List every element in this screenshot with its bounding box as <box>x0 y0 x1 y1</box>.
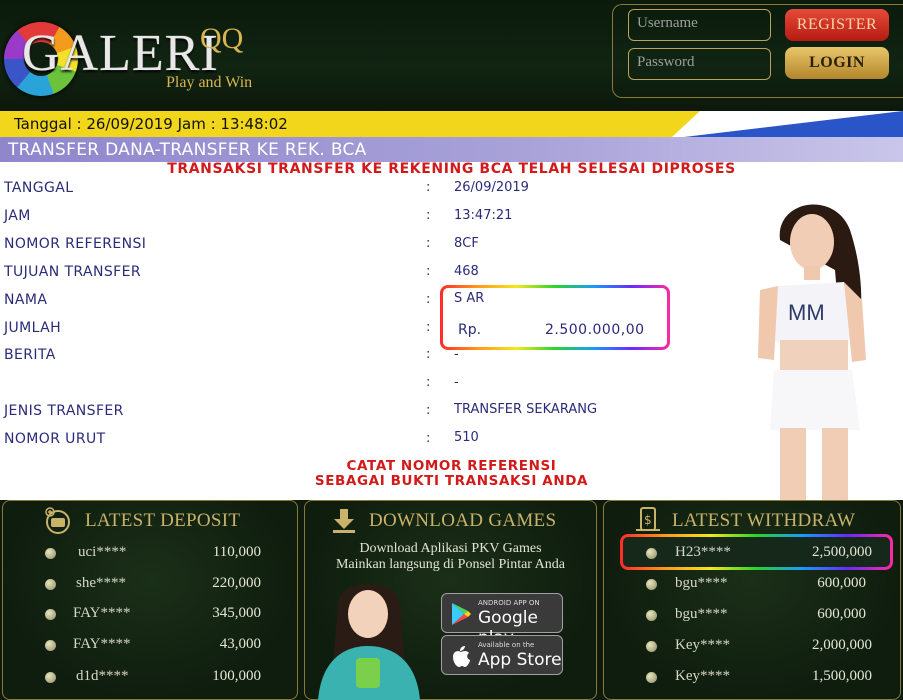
deposit-user: FAY**** <box>73 605 131 621</box>
app-store-button[interactable]: Available on the App Store <box>441 635 563 675</box>
row-value-nama: S AR <box>454 291 485 306</box>
row-value-tujuan-transfer: 468 <box>454 264 479 279</box>
bullet-dot <box>45 609 56 620</box>
deposit-user: she**** <box>76 575 126 591</box>
row-value-tanggal: 26/09/2019 <box>454 180 529 195</box>
row-label-berita: BERITA <box>4 347 56 363</box>
withdraw-amount: 2,500,000 <box>812 544 872 560</box>
download-icon <box>333 509 355 533</box>
row-colon: : <box>426 208 431 223</box>
bullet-dot <box>646 672 657 683</box>
download-line-2: Mainkan langsung di Ponsel Pintar Anda <box>335 557 566 572</box>
password-input[interactable]: Password <box>628 48 771 80</box>
row-colon: : <box>426 264 431 279</box>
deposit-user: uci**** <box>78 544 127 560</box>
download-line-1: Download Aplikasi PKV Games <box>359 541 542 556</box>
username-input[interactable]: Username <box>628 9 771 41</box>
receipt-title: TRANSFER DANA-TRANSFER KE REK. BCA <box>8 140 367 160</box>
withdraw-user: bgu**** <box>675 575 728 591</box>
bullet-dot <box>646 610 657 621</box>
login-button[interactable]: LOGIN <box>785 47 889 79</box>
withdraw-amount: 600,000 <box>817 575 866 591</box>
row-colon: : <box>426 236 431 251</box>
download-games-title: DOWNLOAD GAMES <box>369 510 557 531</box>
logo-tagline: Play and Win <box>166 74 253 91</box>
bullet-dot <box>646 579 657 590</box>
row-colon: : <box>426 403 431 418</box>
row-colon: : <box>426 292 431 307</box>
row-value-nomor-referensi: 8CF <box>454 236 479 251</box>
receipt-status: TRANSAKSI TRANSFER KE REKENING BCA TELAH… <box>167 161 736 177</box>
amount-currency: Rp. <box>458 322 482 338</box>
promo-girl-image <box>318 583 420 700</box>
deposit-amount: 220,000 <box>212 575 261 591</box>
bullet-dot <box>45 579 56 590</box>
model-figure: MM <box>758 204 866 500</box>
bullet-dot <box>45 548 56 559</box>
deposit-amount: 100,000 <box>212 668 261 684</box>
deposit-amount: 110,000 <box>212 544 261 560</box>
row-colon: : <box>426 347 431 362</box>
withdraw-user: Key**** <box>675 668 730 684</box>
withdraw-amount: 600,000 <box>817 606 866 622</box>
bullet-dot <box>646 548 657 559</box>
row-colon: : <box>426 431 431 446</box>
row-label-nama: NAMA <box>4 292 48 308</box>
row-colon: : <box>426 320 431 335</box>
latest-withdraw-title: LATEST WITHDRAW <box>672 510 856 531</box>
bullet-dot <box>45 640 56 651</box>
row-value-jenis-transfer: TRANSFER SEKARANG <box>454 402 598 417</box>
row-value-berita: - <box>454 347 459 362</box>
row-label-jenis-transfer: JENIS TRANSFER <box>4 403 124 419</box>
row-value-berita-2: - <box>454 375 459 390</box>
app-store-label: App Store <box>478 650 562 670</box>
withdraw-user: bgu**** <box>675 606 728 622</box>
row-colon: : <box>426 180 431 195</box>
register-button[interactable]: REGISTER <box>785 9 889 41</box>
latest-deposit-title: LATEST DEPOSIT <box>85 510 241 531</box>
amount-value: 2.500.000,00 <box>545 322 645 338</box>
logo-qq-mark: QQ <box>200 22 244 55</box>
apple-icon <box>453 646 470 667</box>
app-store-small-text: Available on the <box>478 641 535 649</box>
svg-text:MM: MM <box>788 300 825 325</box>
row-label-jumlah: JUMLAH <box>4 320 62 336</box>
row-label-nomor-urut: NOMOR URUT <box>4 431 106 447</box>
deposit-user: d1d**** <box>76 668 129 684</box>
row-label-tanggal: TANGGAL <box>4 180 74 196</box>
row-label-jam: JAM <box>4 208 31 224</box>
deposit-amount: 345,000 <box>212 605 261 621</box>
svg-text:$: $ <box>644 513 652 527</box>
google-play-icon <box>452 603 471 625</box>
row-value-jam: 13:47:21 <box>454 208 513 223</box>
withdraw-amount: 2,000,000 <box>812 637 872 653</box>
bullet-dot <box>45 672 56 683</box>
google-play-small-text: ANDROID APP ON <box>478 599 540 607</box>
google-play-button[interactable]: ANDROID APP ON Google play <box>441 593 563 648</box>
row-value-nomor-urut: 510 <box>454 430 479 445</box>
receipt-date-line: Tanggal : 26/09/2019 Jam : 13:48:02 <box>14 115 288 133</box>
withdraw-user: Key**** <box>675 637 730 653</box>
dollar-phone-icon: $ <box>636 507 660 531</box>
row-label-nomor-referensi: NOMOR REFERENSI <box>4 236 147 252</box>
withdraw-amount: 1,500,000 <box>812 668 872 684</box>
money-icon <box>45 507 70 534</box>
withdraw-user: H23**** <box>675 544 731 560</box>
bullet-dot <box>646 641 657 652</box>
row-colon: : <box>426 375 431 390</box>
deposit-user: FAY**** <box>73 636 131 652</box>
deposit-amount: 43,000 <box>219 636 261 652</box>
row-label-tujuan-transfer: TUJUAN TRANSFER <box>4 264 141 280</box>
